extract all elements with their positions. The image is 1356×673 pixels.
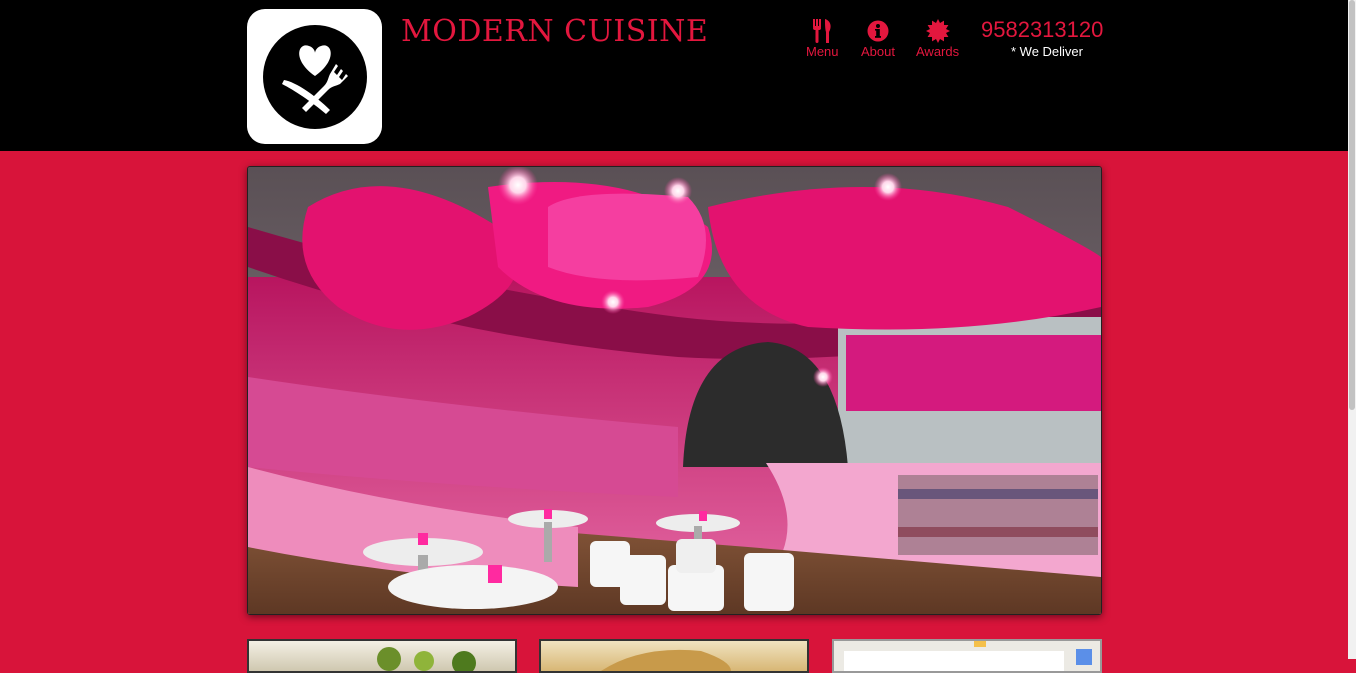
info-icon <box>865 18 891 44</box>
nav-awards[interactable]: Awards <box>916 18 959 59</box>
phone-number[interactable]: 9582313120 <box>981 17 1103 43</box>
food-card-1[interactable] <box>247 639 517 673</box>
map-card[interactable] <box>832 639 1102 673</box>
page-scrollbar[interactable] <box>1348 0 1356 659</box>
map-embed <box>844 641 1092 671</box>
restaurant-interior-photo <box>248 167 1101 614</box>
nav-menu[interactable]: Menu <box>806 18 839 59</box>
hero-image <box>247 166 1102 615</box>
pastry-photo <box>601 649 731 671</box>
nav-awards-label: Awards <box>916 44 960 59</box>
site-header: MODERN CUISINE Menu About Awards 9582313… <box>0 0 1348 151</box>
fork-knife-icon <box>809 18 835 44</box>
food-dish-photo <box>377 647 476 671</box>
heart-cutlery-logo-icon <box>262 24 367 129</box>
nav-menu-label: Menu <box>806 44 839 59</box>
nav-about-label: About <box>861 44 895 59</box>
award-badge-icon <box>925 18 951 44</box>
scrollbar-thumb[interactable] <box>1349 0 1355 410</box>
food-card-2[interactable] <box>539 639 809 673</box>
nav-about[interactable]: About <box>861 18 895 59</box>
logo[interactable] <box>247 9 382 144</box>
site-title: MODERN CUISINE <box>401 14 709 49</box>
delivery-note: * We Deliver <box>1010 44 1083 59</box>
